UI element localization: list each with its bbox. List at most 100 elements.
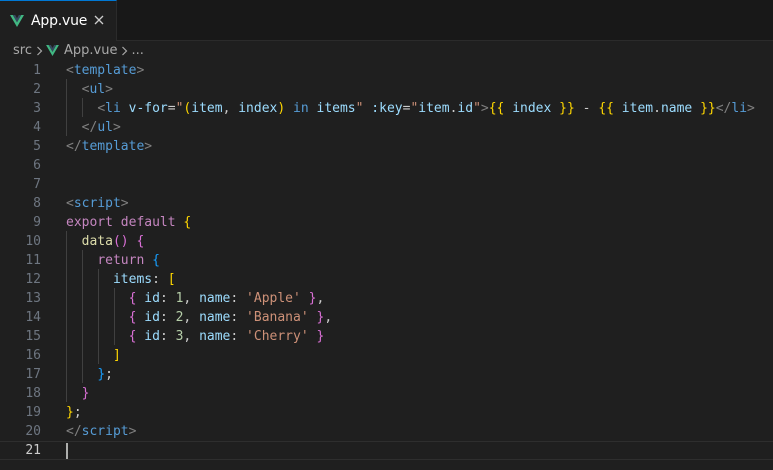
code-token: li (731, 101, 748, 116)
code-token: template (81, 139, 145, 154)
code-line[interactable]: 18 } (0, 384, 773, 403)
code-token: [ (167, 272, 176, 287)
code-token: name (199, 329, 231, 344)
breadcrumb-more[interactable]: ... (131, 43, 143, 58)
code-editor[interactable]: 1 <template> 2 <ul> 3 <li v-for="(item, ind… (0, 60, 773, 470)
code-token: </ (66, 424, 82, 439)
line-number: 15 (25, 329, 41, 344)
code-token: " (473, 101, 481, 116)
code-token: > (747, 101, 755, 116)
code-line[interactable]: 2 <ul> (0, 80, 773, 99)
chevron-right-icon (36, 46, 43, 56)
code-token: </ (81, 120, 98, 135)
code-token: : (159, 329, 176, 344)
code-token: }} (559, 101, 575, 116)
vue-icon (10, 15, 24, 27)
code-token: ) (277, 101, 286, 116)
code-token: v-for (128, 101, 168, 116)
line-content: } (66, 384, 90, 403)
code-line[interactable]: 4 </ul> (0, 118, 773, 137)
code-line[interactable]: 20 </script> (0, 422, 773, 441)
code-token: item (418, 101, 450, 116)
code-token: { (136, 234, 145, 249)
code-token: < (97, 101, 106, 116)
code-line[interactable]: 17 }; (0, 365, 773, 384)
line-number: 9 (33, 215, 41, 230)
code-token: default (120, 215, 176, 230)
line-number: 19 (25, 405, 41, 420)
code-line[interactable]: 9 export default { (0, 213, 773, 232)
code-line[interactable]: 6 (0, 156, 773, 175)
code-token: ul (89, 82, 106, 97)
code-line[interactable]: 11 return { (0, 251, 773, 270)
line-number: 6 (33, 158, 41, 173)
code-line[interactable]: 12 items: [ (0, 270, 773, 289)
code-token: > (144, 139, 153, 154)
line-content: <script> (66, 194, 129, 213)
code-line[interactable]: 7 (0, 175, 773, 194)
line-content: return { (66, 251, 160, 270)
line-number: 5 (33, 139, 41, 154)
code-token: items (112, 272, 153, 287)
code-token: in (293, 101, 309, 116)
code-token: ] (112, 348, 121, 363)
tab-app-vue[interactable]: App.vue (0, 0, 117, 41)
line-content: { id: 2, name: 'Banana' }, (66, 308, 333, 327)
code-token: name (199, 291, 231, 306)
code-token: < (66, 196, 74, 211)
code-line[interactable]: 16 ] (0, 346, 773, 365)
code-line[interactable]: 21 (0, 441, 773, 460)
code-token: 'Cherry' (246, 329, 309, 344)
breadcrumb-file[interactable]: App.vue (46, 43, 117, 58)
code-line[interactable]: 1 <template> (0, 61, 773, 80)
code-line[interactable]: 19}; (0, 403, 773, 422)
tab-bar: App.vue (0, 0, 773, 41)
breadcrumb-folder[interactable]: src (13, 43, 32, 58)
code-token: , (222, 101, 239, 116)
code-token: } (308, 291, 317, 306)
code-line[interactable]: 5 </template> (0, 137, 773, 156)
code-token: li (105, 101, 121, 116)
code-token: ul (97, 120, 113, 135)
code-token: : (152, 272, 168, 287)
code-token: name (660, 101, 693, 116)
code-line[interactable]: 13 { id: 1, name: 'Apple' }, (0, 289, 773, 308)
line-content: <li v-for="(item, index) in items" :key=… (66, 99, 755, 118)
text-cursor (66, 443, 68, 459)
line-content: { id: 1, name: 'Apple' }, (66, 289, 325, 308)
code-line[interactable]: 10 data() { (0, 232, 773, 251)
breadcrumb-file-label: App.vue (63, 43, 118, 58)
code-token: = (167, 101, 176, 116)
code-token: : (230, 310, 247, 325)
code-token: data (81, 234, 113, 249)
code-token: id (457, 101, 474, 116)
code-line[interactable]: 15 { id: 3, name: 'Cherry' } (0, 327, 773, 346)
code-line[interactable]: 3 <li v-for="(item, index) in items" :ke… (0, 99, 773, 118)
code-token: id (144, 291, 160, 306)
code-token: template (73, 63, 137, 78)
chevron-right-icon (121, 46, 128, 56)
code-line[interactable]: 14 { id: 2, name: 'Banana' }, (0, 308, 773, 327)
line-number: 12 (25, 272, 41, 287)
line-number: 2 (33, 82, 41, 97)
vue-icon (46, 45, 64, 56)
code-token: item (191, 101, 223, 116)
line-content: }; (66, 403, 82, 422)
code-token: : (230, 329, 247, 344)
code-line[interactable]: 8 <script> (0, 194, 773, 213)
code-token: , (183, 310, 200, 325)
line-number: 13 (25, 291, 41, 306)
line-content: <template> (66, 61, 144, 80)
close-icon[interactable] (92, 13, 106, 27)
